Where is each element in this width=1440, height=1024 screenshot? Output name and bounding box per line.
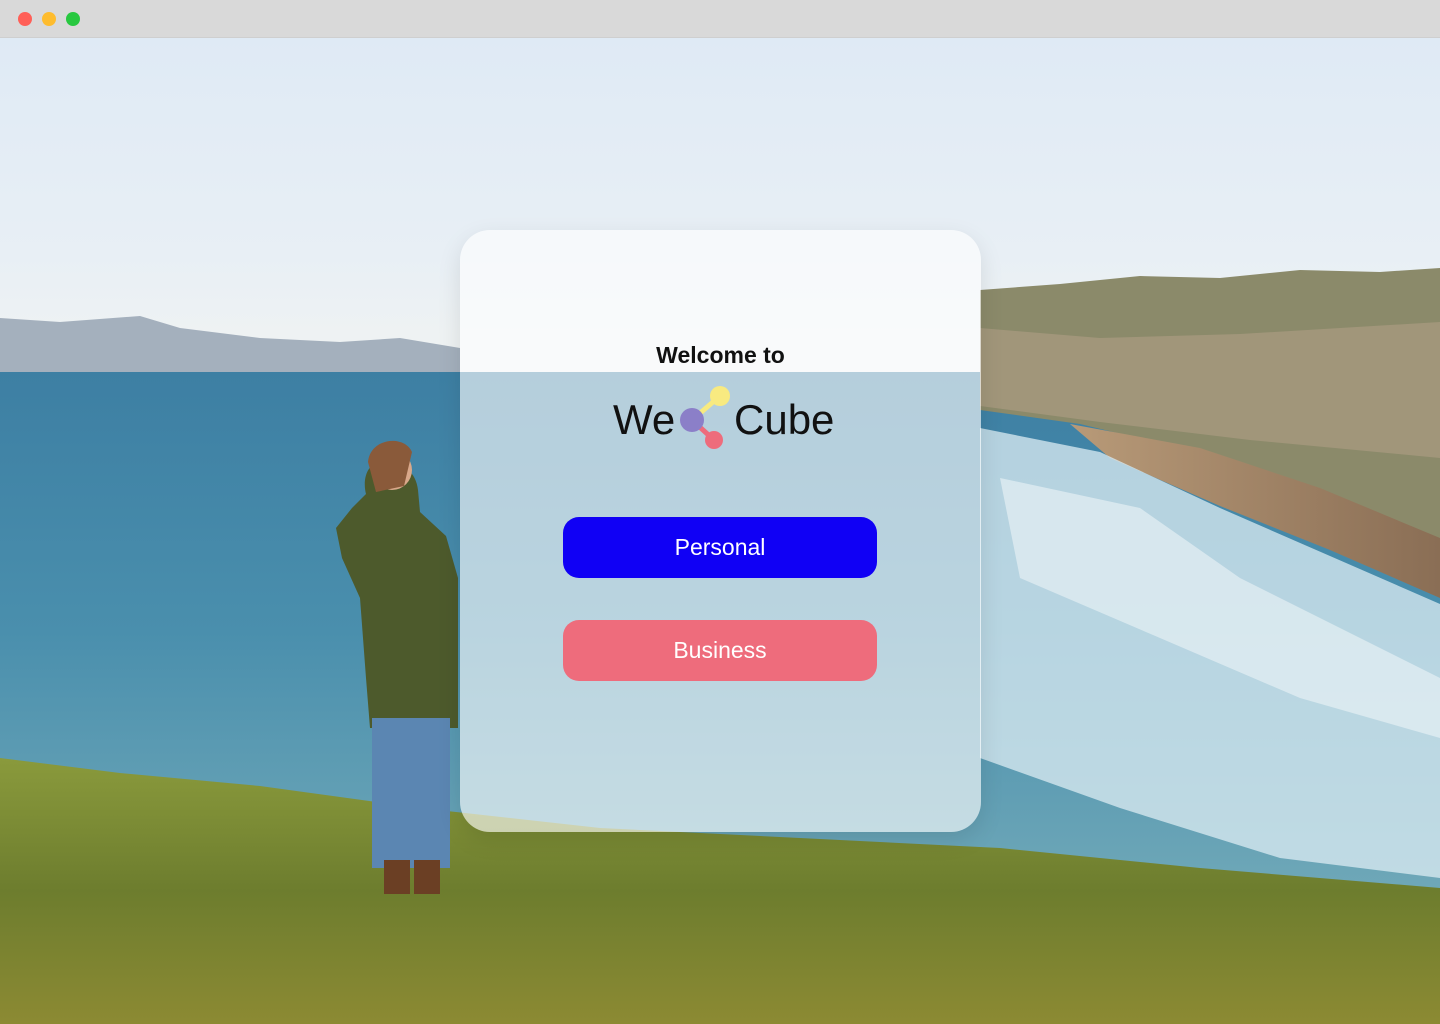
app-window: Welcome to We Cube Personal Business bbox=[0, 0, 1440, 1024]
logo-text-cube: Cube bbox=[734, 396, 835, 443]
maximize-window-button[interactable] bbox=[66, 12, 80, 26]
wecube-logo: We Cube bbox=[610, 382, 840, 454]
logo-text-we: We bbox=[613, 396, 676, 443]
welcome-heading: Welcome to bbox=[656, 342, 785, 368]
close-window-button[interactable] bbox=[18, 12, 32, 26]
molecule-icon bbox=[680, 386, 730, 449]
minimize-window-button[interactable] bbox=[42, 12, 56, 26]
welcome-card: Welcome to We Cube Personal Business bbox=[460, 230, 981, 832]
title-bar bbox=[0, 0, 1440, 38]
business-button[interactable]: Business bbox=[563, 620, 877, 681]
personal-button[interactable]: Personal bbox=[563, 517, 877, 578]
